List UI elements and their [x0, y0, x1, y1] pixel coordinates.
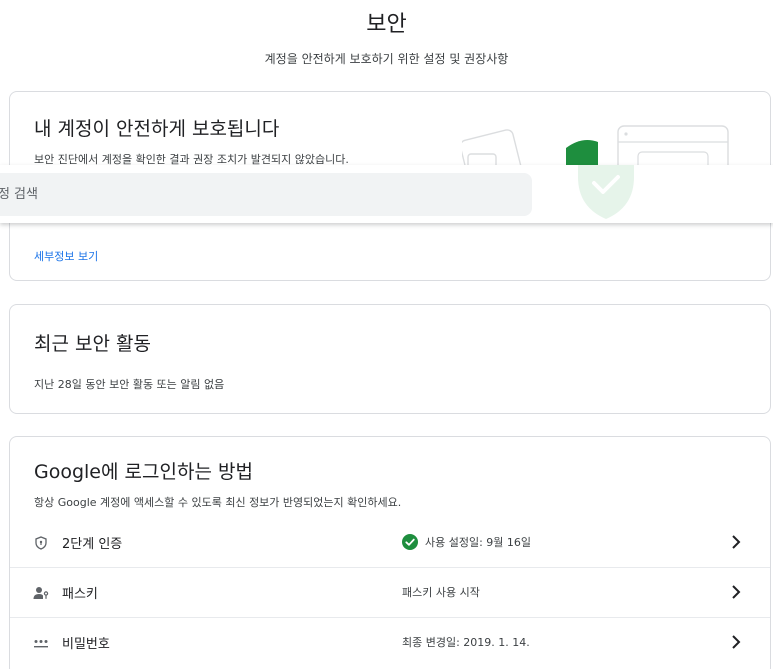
security-page: 보안 계정을 안전하게 보호하기 위한 설정 및 권장사항 내 계정이 안전하게…: [0, 0, 773, 669]
passkey-icon: [32, 584, 50, 602]
shield-check-icon: [578, 165, 634, 219]
view-details-link[interactable]: 세부정보 보기: [34, 248, 98, 264]
check-circle-icon: [402, 534, 418, 550]
recent-activity-card[interactable]: 최근 보안 활동 지난 28일 동안 보안 활동 또는 알림 없음: [9, 304, 771, 414]
page-title: 보안: [366, 12, 407, 37]
row-value-text: 최종 변경일: 2019. 1. 14.: [402, 636, 530, 649]
signin-title: Google에 로그인하는 방법: [34, 461, 253, 483]
search-panel: [0, 165, 773, 223]
row-label: 2단계 인증: [62, 537, 123, 552]
signin-row-passkey[interactable]: 패스키 패스키 사용 시작: [10, 568, 770, 618]
signin-description: 항상 Google 계정에 액세스할 수 있도록 최신 정보가 반영되었는지 확…: [34, 496, 402, 509]
chevron-right-icon: [732, 585, 741, 599]
row-value: 패스키 사용 시작: [402, 584, 480, 600]
shield-icon: [32, 534, 50, 552]
row-value-text: 사용 설정일: 9월 16일: [425, 536, 532, 549]
row-value-text: 패스키 사용 시작: [402, 586, 480, 599]
chevron-right-icon: [732, 635, 741, 649]
signin-row-password[interactable]: 비밀번호 최종 변경일: 2019. 1. 14.: [10, 618, 770, 668]
password-dots-icon: [32, 634, 50, 652]
row-value: 사용 설정일: 9월 16일: [402, 534, 531, 550]
page-subtitle: 계정을 안전하게 보호하기 위한 설정 및 권장사항: [264, 52, 509, 66]
row-value: 최종 변경일: 2019. 1. 14.: [402, 634, 530, 650]
row-label: 비밀번호: [62, 637, 110, 652]
search-input[interactable]: [0, 173, 532, 216]
recent-activity-description: 지난 28일 동안 보안 활동 또는 알림 없음: [34, 378, 225, 391]
signin-row-2sv[interactable]: 2단계 인증 사용 설정일: 9월 16일: [10, 518, 770, 568]
status-card-title: 내 계정이 안전하게 보호됩니다: [34, 118, 280, 140]
chevron-right-icon: [732, 535, 741, 549]
recent-activity-title: 최근 보안 활동: [34, 333, 151, 355]
signin-methods-card: Google에 로그인하는 방법 항상 Google 계정에 액세스할 수 있도…: [9, 436, 771, 669]
row-label: 패스키: [62, 587, 98, 602]
